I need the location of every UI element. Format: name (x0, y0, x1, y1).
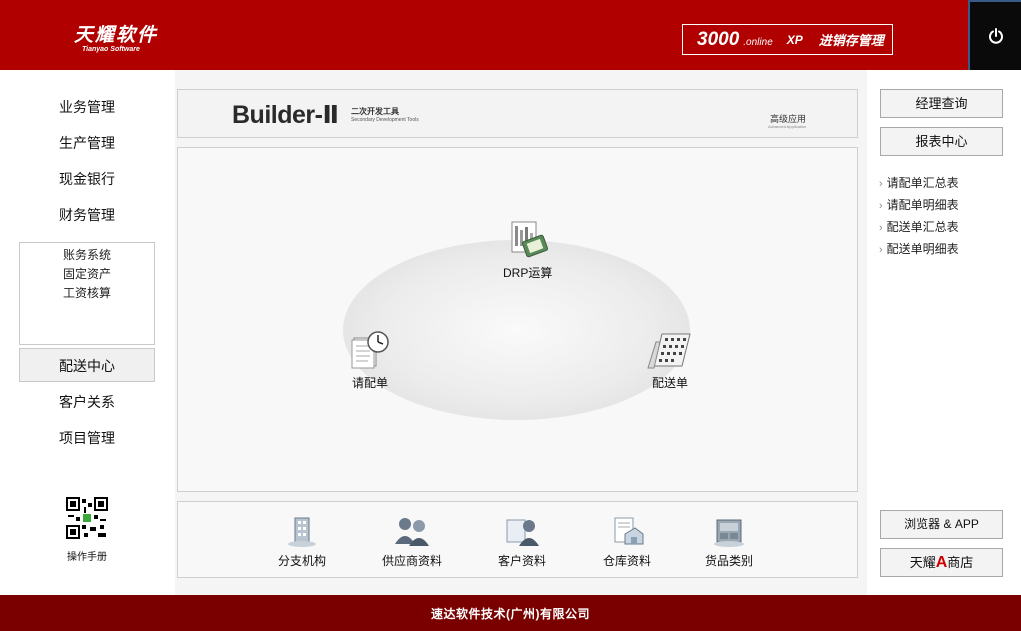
bottom-item-branch[interactable]: 分支机构 (278, 514, 326, 569)
product-edition: XP (786, 32, 803, 47)
nav-item-distribution-center[interactable]: 配送中心 (19, 348, 155, 382)
chevron-right-icon: › (879, 178, 883, 190)
report-link-label: 配送单明细表 (886, 242, 959, 256)
report-link-label: 请配单明细表 (886, 198, 959, 212)
bottom-item-supplier[interactable]: 供应商资料 (382, 514, 442, 569)
submenu-item-fixed-assets[interactable]: 固定资产 (20, 265, 154, 284)
submenu-item-payroll[interactable]: 工资核算 (20, 284, 154, 303)
product-suffix: .online (743, 37, 773, 48)
product-name: 进销存管理 (818, 33, 884, 48)
delivery-order-icon (647, 333, 691, 369)
power-icon (988, 28, 1003, 44)
bottom-item-warehouse-label: 仓库资料 (603, 554, 652, 568)
banner-advanced-en: Advanced Application (768, 124, 807, 129)
request-order-icon (351, 331, 389, 369)
finance-submenu: 账务系统 固定资产 工资核算 (19, 242, 155, 345)
branch-icon (288, 517, 316, 547)
goods-category-icon (714, 519, 744, 547)
workflow-node-drp-label: DRP运算 (503, 266, 553, 280)
submenu-item-accounting[interactable]: 账务系统 (20, 246, 154, 265)
manager-query-button[interactable]: 经理查询 (880, 89, 1003, 118)
bottom-item-supplier-label: 供应商资料 (382, 554, 443, 568)
nav-item-business[interactable]: 业务管理 (19, 90, 155, 124)
app-header: 天耀软件 Tianyao Software 3000 .online XP 进销… (0, 0, 1021, 70)
report-center-button[interactable]: 报表中心 (880, 127, 1003, 156)
right-panel: 经理查询 报表中心 › 请配单汇总表 › 请配单明细表 › 配送单汇总表 › 配送单明细… (867, 70, 1021, 595)
bottom-item-branch-label: 分支机构 (278, 554, 327, 568)
drp-calculation-icon (511, 221, 548, 258)
left-nav: 业务管理 生产管理 现金银行 财务管理 账务系统 固定资产 工资核算 配送中心 … (0, 70, 175, 595)
brand-name-cn: 天耀软件 (74, 25, 159, 46)
bottom-item-goods-category[interactable]: 货品类别 (705, 514, 753, 569)
nav-item-cash-bank[interactable]: 现金银行 (19, 162, 155, 196)
warehouse-icon (614, 517, 644, 545)
workflow-node-request-order-label: 请配单 (351, 376, 388, 390)
bottom-item-customer[interactable]: 客户资料 (498, 514, 546, 569)
banner-title: Builder-Ⅱ (232, 101, 339, 129)
supplier-icon (395, 518, 429, 546)
report-link-label: 配送单汇总表 (886, 220, 959, 234)
store-letter: A (935, 554, 948, 571)
brand-name-en: Tianyao Software (82, 46, 140, 53)
basic-data-bar: 分支机构 供应商资料 客户资料 仓库资料 货品类别 (177, 501, 858, 578)
workflow-node-request-order[interactable]: 请配单 (348, 328, 392, 391)
report-link-delivery-summary[interactable]: › 配送单汇总表 (879, 218, 959, 235)
product-number: 3000 (697, 28, 740, 50)
nav-item-production[interactable]: 生产管理 (19, 126, 155, 160)
bottom-item-warehouse[interactable]: 仓库资料 (603, 514, 651, 569)
manual-label[interactable]: 操作手册 (50, 548, 124, 563)
workflow-node-delivery-order-label: 配送单 (651, 376, 688, 390)
chevron-right-icon: › (879, 244, 883, 256)
store-button[interactable]: 天耀A商店 (880, 548, 1003, 577)
power-button[interactable] (968, 0, 1021, 70)
workflow-node-drp[interactable]: DRP运算 (503, 218, 552, 281)
report-link-request-summary[interactable]: › 请配单汇总表 (879, 174, 959, 191)
product-title-box: 3000 .online XP 进销存管理 (682, 24, 893, 55)
builder-banner[interactable]: Builder-Ⅱ 二次开发工具 Secondary Development T… (177, 89, 858, 138)
customer-icon (506, 519, 539, 546)
workflow-node-delivery-order[interactable]: 配送单 (646, 328, 694, 391)
banner-subtitle-cn: 二次开发工具 (351, 107, 399, 116)
report-link-request-detail[interactable]: › 请配单明细表 (879, 196, 959, 213)
footer-company: 速达软件技术(广州)有限公司 (431, 607, 590, 621)
banner-subtitle-en: Secondary Development Tools (351, 117, 419, 123)
nav-item-customer-relations[interactable]: 客户关系 (19, 385, 155, 419)
chevron-right-icon: › (879, 200, 883, 212)
nav-item-project[interactable]: 项目管理 (19, 421, 155, 455)
brand-logo: 天耀软件 Tianyao Software (74, 20, 158, 53)
nav-item-finance[interactable]: 财务管理 (19, 198, 155, 232)
bottom-item-goods-category-label: 货品类别 (705, 554, 754, 568)
browser-app-button[interactable]: 浏览器 & APP (880, 510, 1003, 539)
qr-code-icon[interactable] (66, 497, 108, 539)
workflow-panel: DRP运算 请配单 配送单 (177, 147, 858, 492)
footer: 速达软件技术(广州)有限公司 (0, 595, 1021, 631)
report-link-delivery-detail[interactable]: › 配送单明细表 (879, 240, 959, 257)
bottom-item-customer-label: 客户资料 (498, 554, 547, 568)
report-link-label: 请配单汇总表 (886, 176, 959, 190)
store-prefix: 天耀 (909, 555, 936, 570)
chevron-right-icon: › (879, 222, 883, 234)
store-suffix: 商店 (947, 555, 974, 570)
